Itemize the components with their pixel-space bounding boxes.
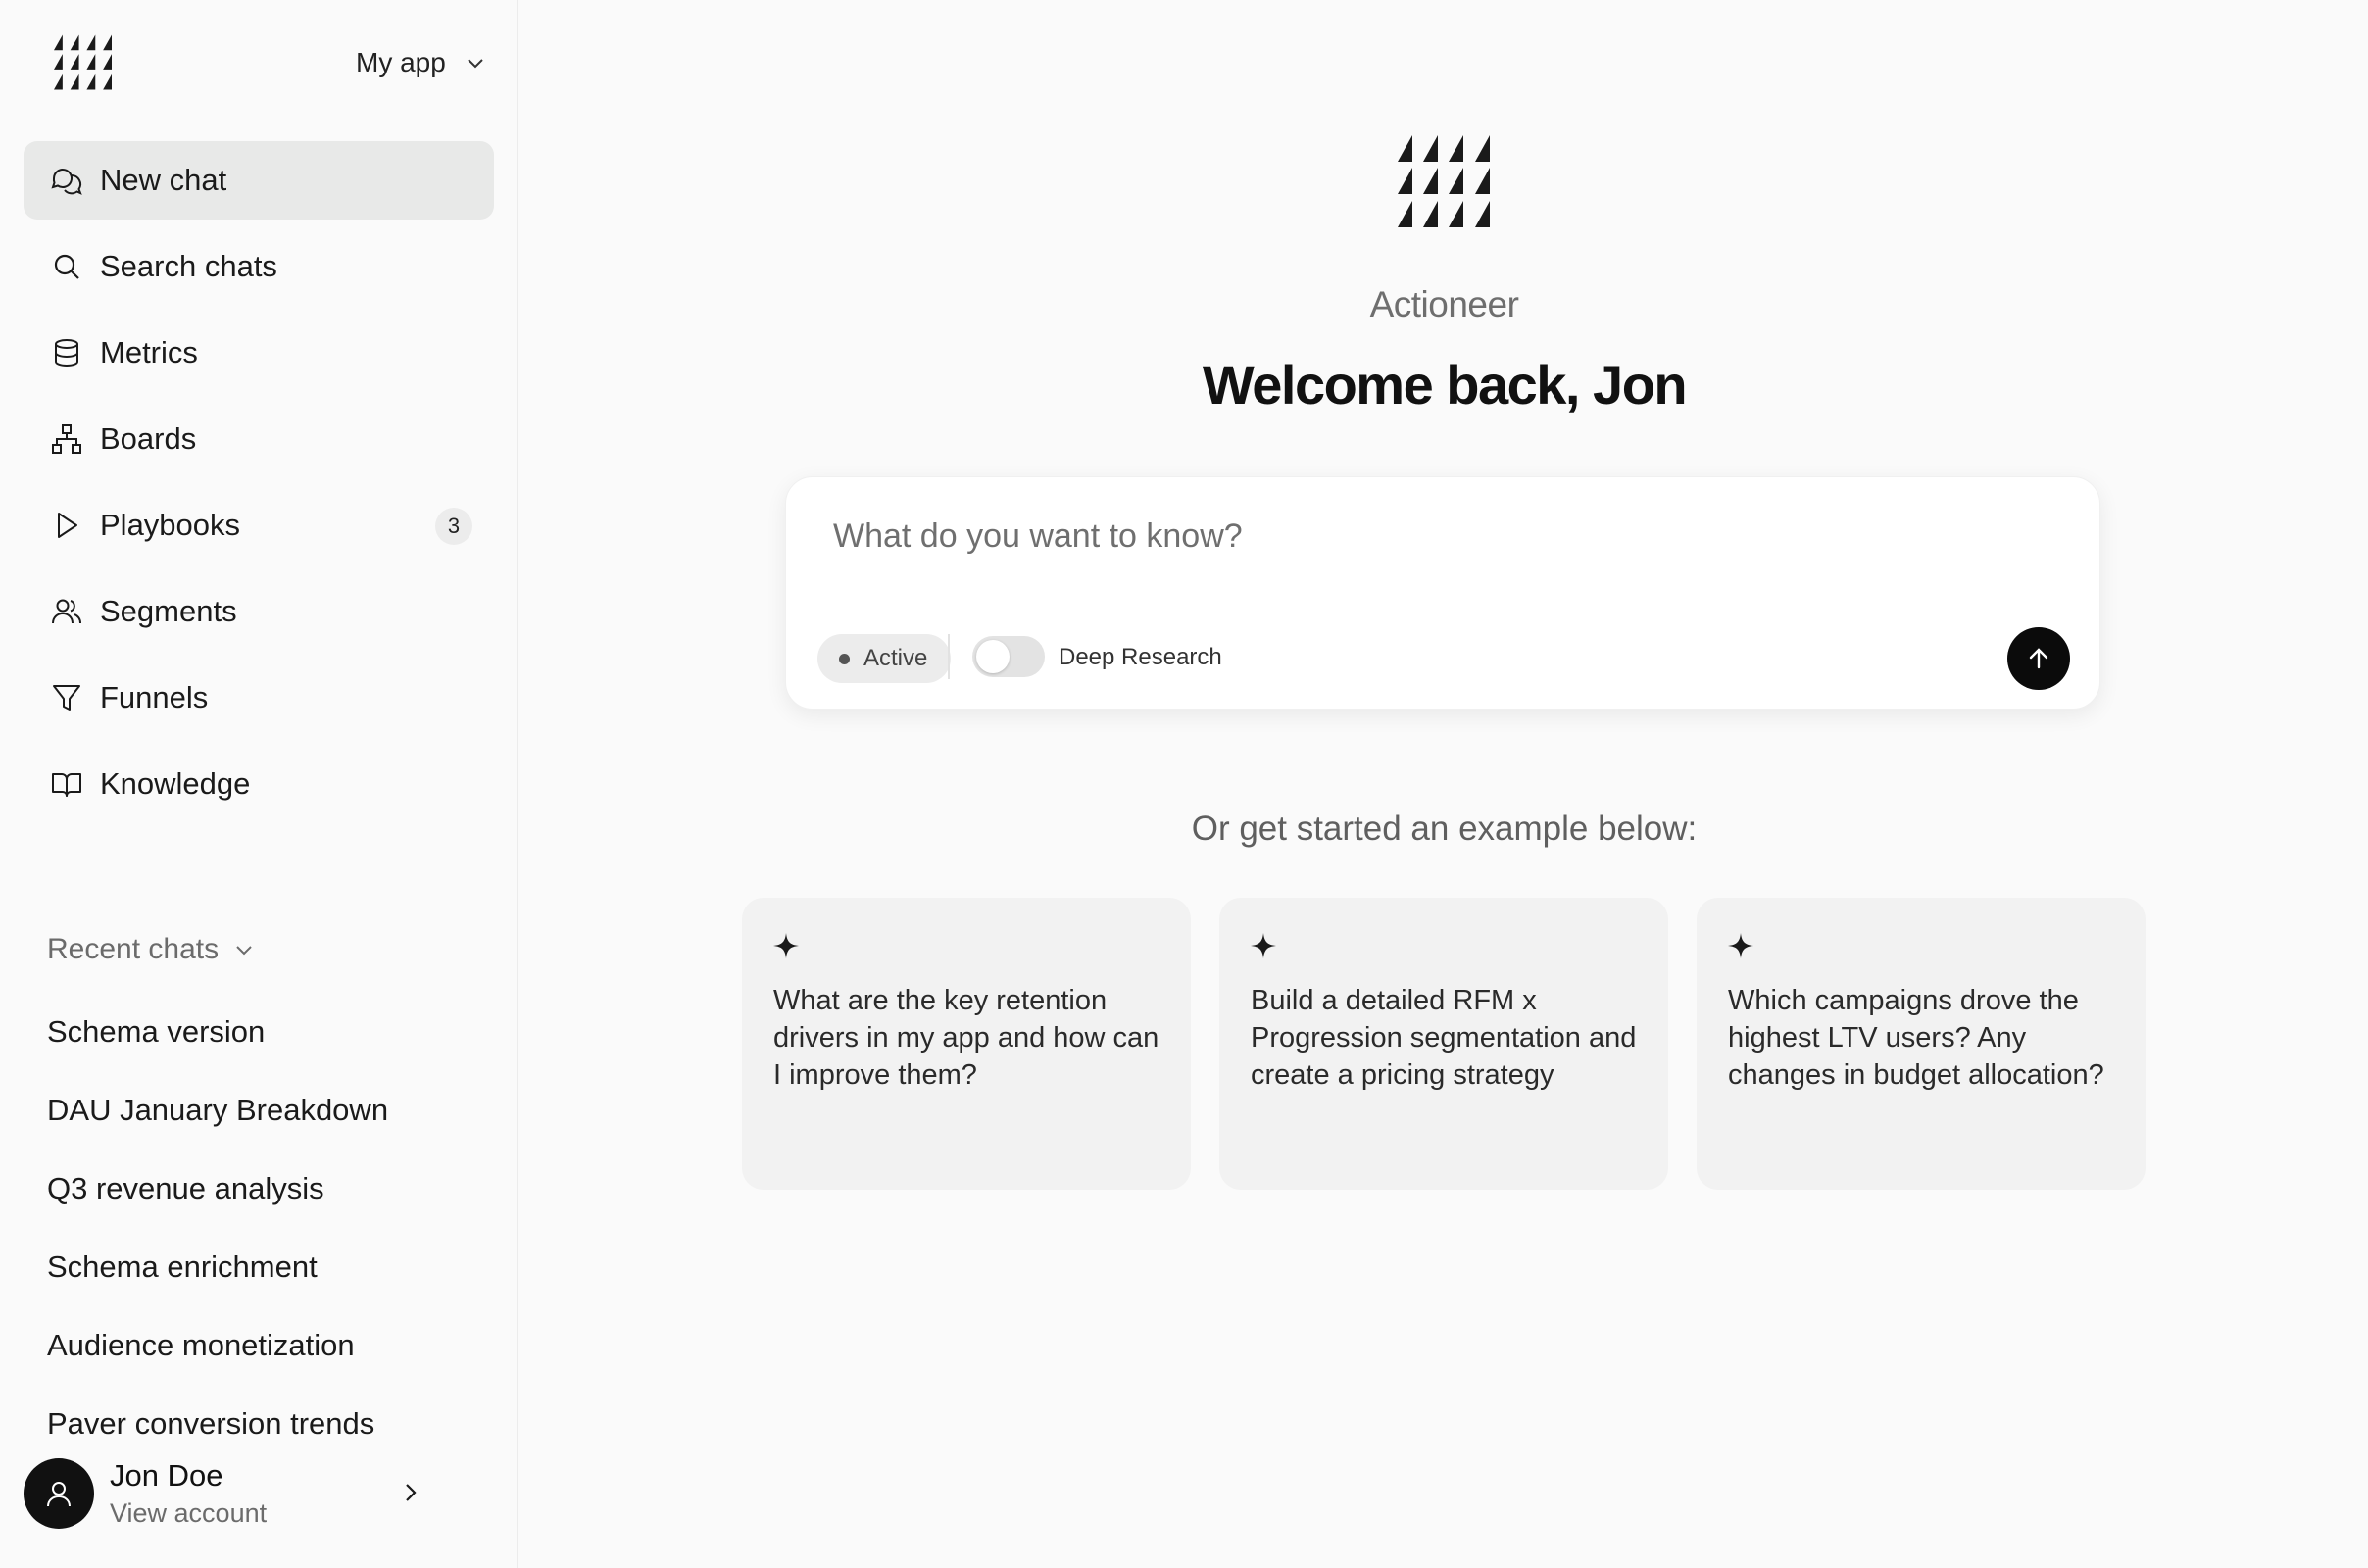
nav-label: New chat [100, 163, 227, 197]
app-switcher-label: My app [356, 47, 446, 77]
nav-label: Boards [100, 421, 197, 456]
account-subtitle: View account [110, 1498, 268, 1528]
nav-playbooks[interactable]: Playbooks 3 [24, 486, 494, 564]
app-switcher[interactable]: My app [356, 43, 487, 82]
nav-label: Playbooks [100, 508, 241, 542]
recent-chats-toggle[interactable]: Recent chats [47, 933, 256, 966]
example-cards: What are the key retention drivers in my… [742, 898, 2146, 1192]
nav-label: Funnels [100, 680, 209, 714]
prompt-input[interactable] [833, 507, 2009, 565]
recent-chat-item[interactable]: Schema version [47, 1005, 478, 1084]
deep-research-toggle[interactable] [972, 636, 1045, 677]
sidebar: My app New chat Search chats Metrics Boa… [0, 0, 518, 1568]
status-chip-label: Active [863, 645, 928, 671]
recent-chat-item[interactable]: DAU January Breakdown [47, 1084, 478, 1162]
nav-knowledge[interactable]: Knowledge [24, 745, 494, 823]
app-logo-icon[interactable] [54, 34, 112, 90]
play-icon [49, 508, 84, 543]
main-nav: New chat Search chats Metrics Boards Pla… [24, 141, 494, 831]
example-card-text: Build a detailed RFM x Progression segme… [1251, 985, 1637, 1091]
account-name: Jon Doe [110, 1458, 223, 1493]
nav-label: Segments [100, 594, 237, 628]
nav-search-chats[interactable]: Search chats [24, 227, 494, 306]
brand-name: Actioneer [1369, 284, 1519, 324]
toggle-knob [976, 640, 1010, 673]
search-icon [49, 249, 84, 284]
recent-chat-item[interactable]: Q3 revenue analysis [47, 1162, 478, 1241]
examples-heading: Or get started an example below: [1191, 809, 1698, 848]
nav-label: Search chats [100, 249, 277, 283]
funnel-icon [49, 680, 84, 715]
nav-boards[interactable]: Boards [24, 400, 494, 478]
example-card-text: Which campaigns drove the highest LTV us… [1728, 985, 2104, 1091]
avatar [24, 1458, 94, 1529]
brand-logo-icon [1398, 135, 1490, 227]
chat-bubbles-icon [49, 163, 84, 198]
send-button[interactable] [2007, 627, 2070, 690]
sparkle-icon [773, 933, 799, 958]
welcome-heading: Welcome back, Jon [1202, 354, 1688, 416]
app-window: My app New chat Search chats Metrics Boa… [0, 0, 2368, 1568]
count-badge: 3 [435, 508, 472, 545]
example-card[interactable]: What are the key retention drivers in my… [742, 898, 1191, 1190]
arrow-up-icon [2029, 648, 2048, 669]
sparkle-icon [1728, 933, 1753, 958]
recent-chats-heading: Recent chats [47, 933, 220, 965]
prompt-composer: Active Deep Research [785, 476, 2100, 710]
divider [948, 634, 950, 679]
main-content: Actioneer Welcome back, Jon Active Deep … [520, 0, 2368, 1568]
status-chip[interactable]: Active [817, 634, 952, 683]
account-text: Jon Doe View account [110, 1456, 267, 1531]
nav-metrics[interactable]: Metrics [24, 314, 494, 392]
nav-new-chat[interactable]: New chat [24, 141, 494, 220]
database-icon [49, 335, 84, 370]
book-icon [49, 766, 84, 802]
users-icon [49, 594, 84, 629]
chevron-down-icon [468, 59, 483, 69]
nav-label: Metrics [100, 335, 198, 369]
nav-label: Knowledge [100, 766, 251, 801]
status-dot-icon [839, 653, 850, 664]
example-card[interactable]: Build a detailed RFM x Progression segme… [1219, 898, 1668, 1190]
example-card-text: What are the key retention drivers in my… [773, 985, 1159, 1091]
hierarchy-icon [49, 421, 84, 457]
recent-chats-list: Schema version DAU January Breakdown Q3 … [47, 1005, 478, 1476]
chevron-right-icon [406, 1484, 417, 1501]
user-icon [47, 1482, 71, 1507]
recent-chat-item[interactable]: Audience monetization [47, 1319, 478, 1397]
example-card[interactable]: Which campaigns drove the highest LTV us… [1697, 898, 2146, 1190]
sparkle-icon [1251, 933, 1276, 958]
nav-segments[interactable]: Segments [24, 572, 494, 651]
recent-chat-item[interactable]: Schema enrichment [47, 1241, 478, 1319]
chevron-down-icon [236, 946, 252, 956]
account-menu[interactable]: Jon Doe View account [24, 1454, 425, 1533]
deep-research-label: Deep Research [1059, 644, 1222, 670]
nav-funnels[interactable]: Funnels [24, 659, 494, 737]
